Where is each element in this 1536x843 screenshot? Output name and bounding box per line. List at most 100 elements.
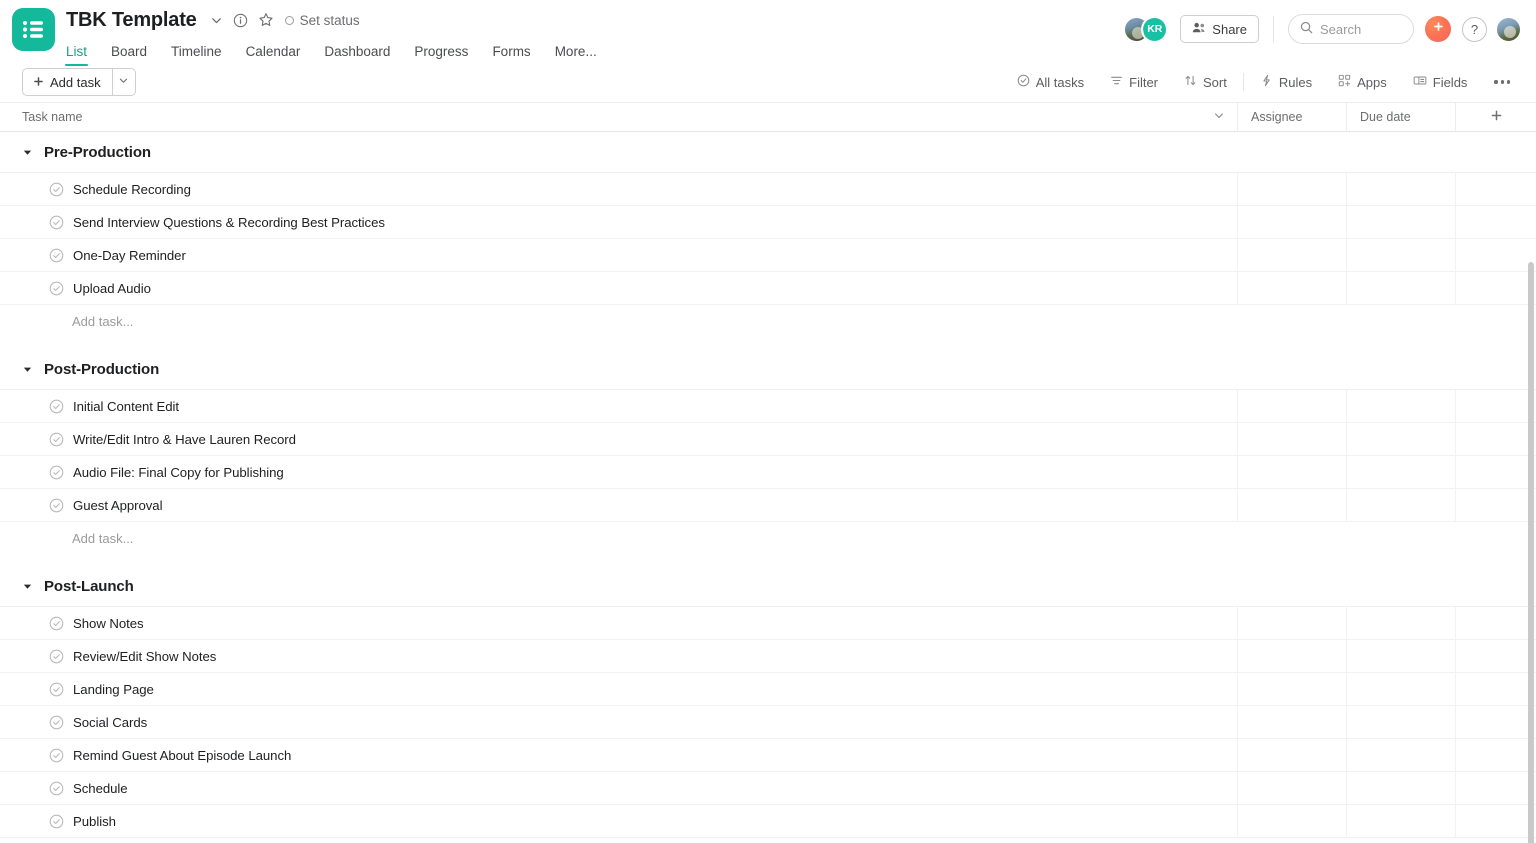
set-status-button[interactable]: Set status [284,13,360,28]
task-name-cell[interactable]: Review/Edit Show Notes [0,640,1237,672]
check-circle-icon[interactable] [48,813,64,829]
add-task-dropdown-button[interactable] [111,68,136,96]
table-row[interactable]: Show Notes [0,607,1536,640]
task-name-cell[interactable]: Audio File: Final Copy for Publishing [0,456,1237,488]
table-row[interactable]: Audio File: Final Copy for Publishing [0,456,1536,489]
task-name-cell[interactable]: Landing Page [0,673,1237,705]
table-row[interactable]: Upload Audio [0,272,1536,305]
task-name-cell[interactable]: Initial Content Edit [0,390,1237,422]
chevron-down-icon[interactable] [1213,110,1225,125]
check-circle-icon[interactable] [48,464,64,480]
table-row[interactable]: Initial Content Edit [0,390,1536,423]
table-row[interactable]: Write/Edit Intro & Have Lauren Record [0,423,1536,456]
assignee-cell[interactable] [1237,239,1346,271]
task-name-cell[interactable]: Write/Edit Intro & Have Lauren Record [0,423,1237,455]
add-task-row[interactable]: Add task... [0,305,1536,338]
due-date-cell[interactable] [1346,239,1455,271]
all-tasks-button[interactable]: All tasks [1004,74,1097,90]
task-name-cell[interactable]: One-Day Reminder [0,239,1237,271]
due-date-cell[interactable] [1346,272,1455,304]
due-date-cell[interactable] [1346,706,1455,738]
column-header-assignee[interactable]: Assignee [1237,103,1346,131]
filter-button[interactable]: Filter [1097,74,1171,90]
task-name-cell[interactable]: Send Interview Questions & Recording Bes… [0,206,1237,238]
table-row[interactable]: Send Interview Questions & Recording Bes… [0,206,1536,239]
table-row[interactable]: Social Cards [0,706,1536,739]
vertical-scrollbar-track[interactable] [1527,250,1536,843]
star-outline-icon[interactable] [255,9,277,31]
fields-button[interactable]: Fields [1400,74,1481,90]
table-row[interactable]: Guest Approval [0,489,1536,522]
profile-avatar[interactable] [1495,15,1522,43]
column-header-task-name[interactable]: Task name [0,103,1237,131]
check-circle-icon[interactable] [48,615,64,631]
assignee-cell[interactable] [1237,206,1346,238]
add-task-row[interactable]: Add task... [0,522,1536,555]
add-task-button[interactable]: Add task [22,68,112,96]
caret-down-icon[interactable] [22,581,44,592]
caret-down-icon[interactable] [22,364,44,375]
due-date-cell[interactable] [1346,423,1455,455]
assignee-cell[interactable] [1237,706,1346,738]
due-date-cell[interactable] [1346,772,1455,804]
assignee-cell[interactable] [1237,772,1346,804]
due-date-cell[interactable] [1346,206,1455,238]
assignee-cell[interactable] [1237,173,1346,205]
column-header-due-date[interactable]: Due date [1346,103,1455,131]
apps-button[interactable]: Apps [1325,74,1400,90]
due-date-cell[interactable] [1346,640,1455,672]
search-input[interactable]: Search [1288,14,1414,44]
table-row[interactable]: Schedule [0,772,1536,805]
due-date-cell[interactable] [1346,390,1455,422]
vertical-scrollbar-thumb[interactable] [1528,262,1534,843]
section-header[interactable]: Post-Launch [0,566,1536,607]
assignee-cell[interactable] [1237,423,1346,455]
due-date-cell[interactable] [1346,673,1455,705]
check-circle-icon[interactable] [48,681,64,697]
assignee-cell[interactable] [1237,489,1346,521]
table-row[interactable]: Remind Guest About Episode Launch [0,739,1536,772]
task-name-cell[interactable]: Upload Audio [0,272,1237,304]
task-name-cell[interactable]: Remind Guest About Episode Launch [0,739,1237,771]
task-name-cell[interactable]: Show Notes [0,607,1237,639]
task-name-cell[interactable]: Social Cards [0,706,1237,738]
table-row[interactable]: Landing Page [0,673,1536,706]
check-circle-icon[interactable] [48,431,64,447]
assignee-cell[interactable] [1237,673,1346,705]
check-circle-icon[interactable] [48,280,64,296]
assignee-cell[interactable] [1237,805,1346,837]
create-button[interactable] [1425,16,1451,42]
section-header[interactable]: Post-Production [0,349,1536,390]
assignee-cell[interactable] [1237,607,1346,639]
due-date-cell[interactable] [1346,173,1455,205]
check-circle-icon[interactable] [48,214,64,230]
check-circle-icon[interactable] [48,398,64,414]
table-row[interactable]: One-Day Reminder [0,239,1536,272]
assignee-cell[interactable] [1237,390,1346,422]
task-name-cell[interactable]: Publish [0,805,1237,837]
section-header[interactable]: Pre-Production [0,132,1536,173]
caret-down-icon[interactable] [22,147,44,158]
due-date-cell[interactable] [1346,456,1455,488]
due-date-cell[interactable] [1346,607,1455,639]
due-date-cell[interactable] [1346,739,1455,771]
check-circle-icon[interactable] [48,648,64,664]
task-name-cell[interactable]: Schedule Recording [0,173,1237,205]
check-circle-icon[interactable] [48,181,64,197]
assignee-cell[interactable] [1237,640,1346,672]
chevron-down-icon[interactable] [206,9,228,31]
check-circle-icon[interactable] [48,247,64,263]
due-date-cell[interactable] [1346,489,1455,521]
help-button[interactable]: ? [1462,16,1487,42]
share-button[interactable]: Share [1180,15,1259,43]
check-circle-icon[interactable] [48,497,64,513]
info-circle-icon[interactable] [230,9,252,31]
sort-button[interactable]: Sort [1171,74,1240,90]
table-row[interactable]: Schedule Recording [0,173,1536,206]
list-app-logo-icon[interactable] [11,8,55,51]
table-row[interactable]: Review/Edit Show Notes [0,640,1536,673]
task-name-cell[interactable]: Guest Approval [0,489,1237,521]
more-options-button[interactable] [1480,80,1522,84]
due-date-cell[interactable] [1346,805,1455,837]
check-circle-icon[interactable] [48,747,64,763]
